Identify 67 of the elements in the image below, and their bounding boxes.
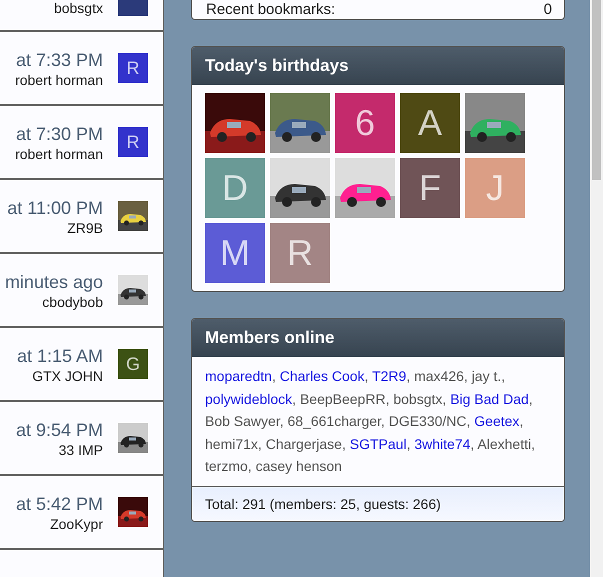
username[interactable]: robert horman	[15, 146, 103, 162]
member-link[interactable]: Charles Cook	[280, 368, 365, 384]
avatar[interactable]: G	[118, 349, 148, 379]
separator: ,	[364, 368, 368, 384]
separator: ,	[519, 413, 524, 430]
avatar[interactable]: R	[118, 127, 148, 157]
member-link[interactable]: 68_661charger	[288, 413, 381, 430]
member-link[interactable]: DGE330/NC	[388, 413, 467, 430]
post-time: at 1:15 AM	[16, 345, 103, 368]
separator: ,	[386, 390, 390, 407]
separator: ,	[406, 368, 410, 384]
member-link[interactable]: 3white74	[414, 436, 470, 452]
post-time: at 5:42 PM	[16, 493, 103, 516]
panel-title: Today's birthdays	[192, 47, 564, 85]
bookmarks-label: Recent bookmarks:	[206, 1, 336, 18]
panel-title: Members online	[192, 319, 564, 357]
member-link[interactable]: Geetex	[474, 413, 520, 430]
username[interactable]: 33 IMP	[58, 442, 103, 458]
bookmarks-count: 0	[544, 1, 552, 18]
member-link[interactable]: Bob Sawyer	[205, 413, 280, 430]
member-link[interactable]: T2R9	[372, 368, 406, 384]
online-total: Total: 291 (members: 25, guests: 266)	[192, 486, 564, 521]
member-link[interactable]: moparedtn	[205, 368, 272, 384]
member-link[interactable]: BeepBeepRR	[300, 390, 386, 407]
post-time: at 7:33 PM	[16, 49, 103, 72]
username[interactable]: GTX JOHN	[32, 368, 103, 384]
separator: ,	[342, 436, 346, 452]
separator: ,	[292, 390, 296, 407]
post-time: at 11:00 PM	[7, 197, 103, 220]
separator: ,	[464, 368, 468, 384]
username[interactable]: robert horman	[15, 72, 103, 88]
separator: ,	[380, 413, 385, 430]
member-link[interactable]: max426	[414, 368, 464, 384]
post-time: minutes ago	[4, 271, 103, 294]
separator: ,	[442, 390, 446, 407]
separator: ,	[531, 436, 535, 452]
separator: ,	[258, 436, 262, 452]
username[interactable]: bobsgtx	[54, 0, 103, 16]
avatar[interactable]: R	[118, 53, 148, 83]
avatar[interactable]: A	[400, 93, 460, 153]
member-link[interactable]: Chargerjase	[266, 436, 342, 452]
member-link[interactable]: bobsgtx	[393, 390, 442, 407]
username[interactable]: cbodybob	[42, 294, 103, 310]
scrollbar[interactable]	[590, 0, 603, 577]
separator: ,	[470, 436, 474, 452]
member-link[interactable]: casey henson	[256, 458, 342, 474]
post-time: at 7:30 PM	[16, 123, 103, 146]
separator: ,	[272, 368, 276, 384]
member-link[interactable]: terzmo	[205, 458, 248, 474]
separator: ,	[466, 413, 470, 430]
member-link[interactable]: Alexhetti	[477, 436, 532, 452]
member-link[interactable]: SGTPaul	[350, 436, 407, 452]
member-link[interactable]: hemi71x	[205, 436, 258, 452]
separator: ,	[501, 368, 506, 384]
separator: ,	[406, 436, 410, 452]
separator: ,	[248, 458, 252, 474]
member-link[interactable]: jay t.	[472, 368, 502, 384]
username[interactable]: ZooKypr	[50, 516, 103, 532]
avatar[interactable]: F	[400, 158, 460, 218]
member-link[interactable]: Big Bad Dad	[450, 390, 529, 407]
username[interactable]: ZR9B	[67, 220, 103, 236]
post-time: at 9:54 PM	[16, 419, 103, 442]
avatar[interactable]: 6	[335, 93, 395, 153]
separator: ,	[280, 413, 284, 430]
avatar[interactable]: M	[205, 223, 265, 283]
separator: ,	[528, 390, 533, 407]
member-link[interactable]: polywideblock	[205, 390, 292, 407]
